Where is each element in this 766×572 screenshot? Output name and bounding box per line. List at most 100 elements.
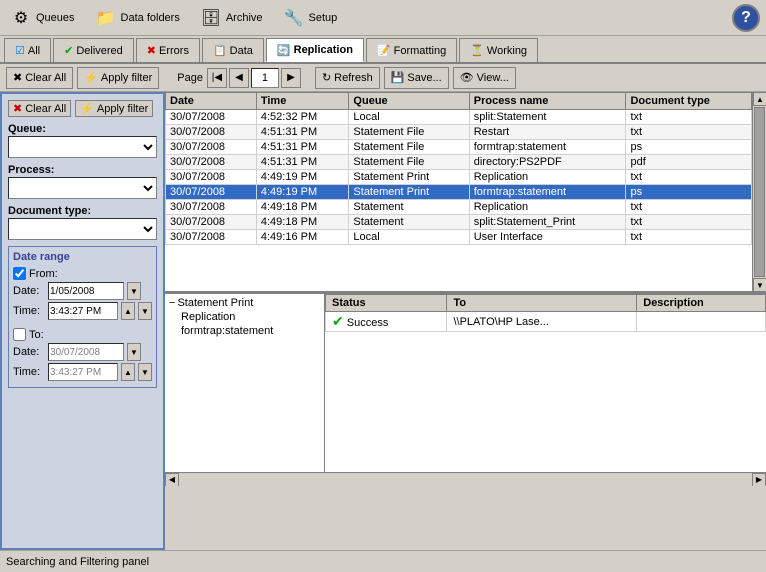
cell-time: 4:51:31 PM xyxy=(256,125,349,140)
tab-errors[interactable]: ✖ Errors xyxy=(136,38,200,62)
tab-all[interactable]: ☑ All xyxy=(4,38,51,62)
tree-expand-icon: − xyxy=(169,297,175,309)
tab-delivered[interactable]: ✔ Delivered xyxy=(53,38,134,62)
toolbar-queues-label: Queues xyxy=(36,12,75,24)
to-time-input[interactable] xyxy=(48,363,118,381)
table-row[interactable]: 30/07/20084:49:18 PMStatementsplit:State… xyxy=(166,215,752,230)
view-icon: 👁 xyxy=(460,71,474,84)
doc-type-select[interactable] xyxy=(8,218,157,240)
scroll-down-btn[interactable]: ▼ xyxy=(753,278,766,292)
detail-to-cell: \\PLATO\HP Lase... xyxy=(447,312,637,332)
save-button[interactable]: 💾 Save... xyxy=(384,67,449,89)
cell-process: Restart xyxy=(469,125,626,140)
table-row[interactable]: 30/07/20084:51:31 PMStatement Fileformtr… xyxy=(166,140,752,155)
tree-item-replication[interactable]: Replication xyxy=(167,310,322,324)
tab-replication-icon: 🔄 xyxy=(277,44,291,57)
hscroll-right-btn[interactable]: ▶ xyxy=(752,473,766,487)
log-table-container[interactable]: Date Time Queue Process name Document ty… xyxy=(165,92,752,292)
cell-time: 4:49:19 PM xyxy=(256,185,349,200)
scroll-thumb[interactable] xyxy=(754,107,765,277)
h-scrollbar[interactable]: ◀ ▶ xyxy=(165,472,766,486)
cell-date: 30/07/2008 xyxy=(166,185,257,200)
table-row[interactable]: 30/07/20084:52:32 PMLocalsplit:Statement… xyxy=(166,110,752,125)
toolbar-setup[interactable]: 🔧 Setup xyxy=(279,5,342,31)
from-checkbox-row: From: xyxy=(13,267,152,280)
to-time-down[interactable]: ▼ xyxy=(138,363,152,381)
table-row[interactable]: 30/07/20084:49:19 PMStatement Printformt… xyxy=(166,185,752,200)
tab-formatting-icon: 📝 xyxy=(377,44,391,57)
filter-icon: ⚡ xyxy=(84,71,98,84)
toolbar-setup-label: Setup xyxy=(309,12,338,24)
to-checkbox[interactable] xyxy=(13,328,26,341)
log-vscrollbar[interactable]: ▲ ▼ xyxy=(752,92,766,292)
cell-time: 4:49:16 PM xyxy=(256,230,349,245)
help-icon: ? xyxy=(741,9,751,27)
detail-col-desc: Description xyxy=(637,295,766,312)
table-row[interactable]: 30/07/20084:49:18 PMStatementReplication… xyxy=(166,200,752,215)
tree-item-formtrap-label: formtrap:statement xyxy=(181,325,273,337)
from-time-input[interactable] xyxy=(48,302,118,320)
from-checkbox[interactable] xyxy=(13,267,26,280)
process-select[interactable] xyxy=(8,177,157,199)
process-field: Process: xyxy=(8,164,157,199)
page-label: Page xyxy=(177,72,203,84)
cell-queue: Statement Print xyxy=(349,185,469,200)
toolbar-data-folders[interactable]: 📁 Data folders xyxy=(91,5,184,31)
queue-select[interactable] xyxy=(8,136,157,158)
table-row[interactable]: 30/07/20084:51:31 PMStatement FileRestar… xyxy=(166,125,752,140)
cell-doc_type: txt xyxy=(626,125,752,140)
cell-process: directory:PS2PDF xyxy=(469,155,626,170)
page-next-button[interactable]: ▶ xyxy=(281,68,301,88)
tab-bar: ☑ All ✔ Delivered ✖ Errors 📋 Data 🔄 Repl… xyxy=(0,36,766,64)
from-time-up[interactable]: ▲ xyxy=(121,302,135,320)
tab-formatting[interactable]: 📝 Formatting xyxy=(366,38,457,62)
tree-item-label: Statement Print xyxy=(177,297,253,309)
date-label: Date: xyxy=(13,285,45,297)
tab-data-label: Data xyxy=(230,45,253,57)
table-row[interactable]: 30/07/20084:49:19 PMStatement PrintRepli… xyxy=(166,170,752,185)
to-date-spin[interactable]: ▼ xyxy=(127,343,141,361)
tree-panel: − Statement Print Replication formtrap:s… xyxy=(165,294,325,472)
cell-queue: Statement xyxy=(349,215,469,230)
from-date-spin[interactable]: ▼ xyxy=(127,282,141,300)
apply-filter-button[interactable]: ⚡ Apply filter xyxy=(77,67,159,89)
page-first-button[interactable]: |◀ xyxy=(207,68,227,88)
cell-queue: Statement File xyxy=(349,140,469,155)
filter-panel: ✖ Clear All ⚡ Apply filter Queue: Proces… xyxy=(0,92,165,550)
table-row[interactable]: 30/07/20084:49:16 PMLocalUser Interfacet… xyxy=(166,230,752,245)
cell-queue: Statement File xyxy=(349,125,469,140)
refresh-icon: ↻ xyxy=(322,71,331,84)
tree-item-statement-print[interactable]: − Statement Print xyxy=(167,296,322,310)
cell-process: formtrap:statement xyxy=(469,140,626,155)
from-time-down[interactable]: ▼ xyxy=(138,302,152,320)
table-row[interactable]: 30/07/20084:51:31 PMStatement Filedirect… xyxy=(166,155,752,170)
log-table: Date Time Queue Process name Document ty… xyxy=(165,92,752,245)
cell-process: split:Statement xyxy=(469,110,626,125)
cell-doc_type: txt xyxy=(626,200,752,215)
page-number-input[interactable] xyxy=(251,68,279,88)
col-queue: Queue xyxy=(349,93,469,110)
toolbar-queues[interactable]: ⚙ Queues xyxy=(6,5,79,31)
scroll-up-btn[interactable]: ▲ xyxy=(753,92,766,106)
tree-item-formtrap[interactable]: formtrap:statement xyxy=(167,324,322,338)
tab-replication[interactable]: 🔄 Replication xyxy=(266,38,364,62)
from-label: From: xyxy=(29,268,58,280)
cell-queue: Statement File xyxy=(349,155,469,170)
to-time-up[interactable]: ▲ xyxy=(121,363,135,381)
toolbar-archive[interactable]: 🗄 Archive xyxy=(196,5,267,31)
page-prev-button[interactable]: ◀ xyxy=(229,68,249,88)
date-range-title: Date range xyxy=(13,251,152,263)
tab-data[interactable]: 📋 Data xyxy=(202,38,264,62)
refresh-button[interactable]: ↻ Refresh xyxy=(315,67,380,89)
help-button[interactable]: ? xyxy=(732,4,760,32)
panel-clear-all-button[interactable]: ✖ Clear All xyxy=(8,100,71,117)
from-date-input[interactable] xyxy=(48,282,124,300)
detail-row[interactable]: ✔ Success \\PLATO\HP Lase... xyxy=(326,312,766,332)
panel-apply-filter-button[interactable]: ⚡ Apply filter xyxy=(75,100,153,117)
clear-all-button[interactable]: ✖ Clear All xyxy=(6,67,73,89)
hscroll-left-btn[interactable]: ◀ xyxy=(165,473,179,487)
tab-working[interactable]: ⏳ Working xyxy=(459,38,538,62)
to-date-input[interactable] xyxy=(48,343,124,361)
cell-time: 4:51:31 PM xyxy=(256,140,349,155)
view-button[interactable]: 👁 View... xyxy=(453,67,516,89)
